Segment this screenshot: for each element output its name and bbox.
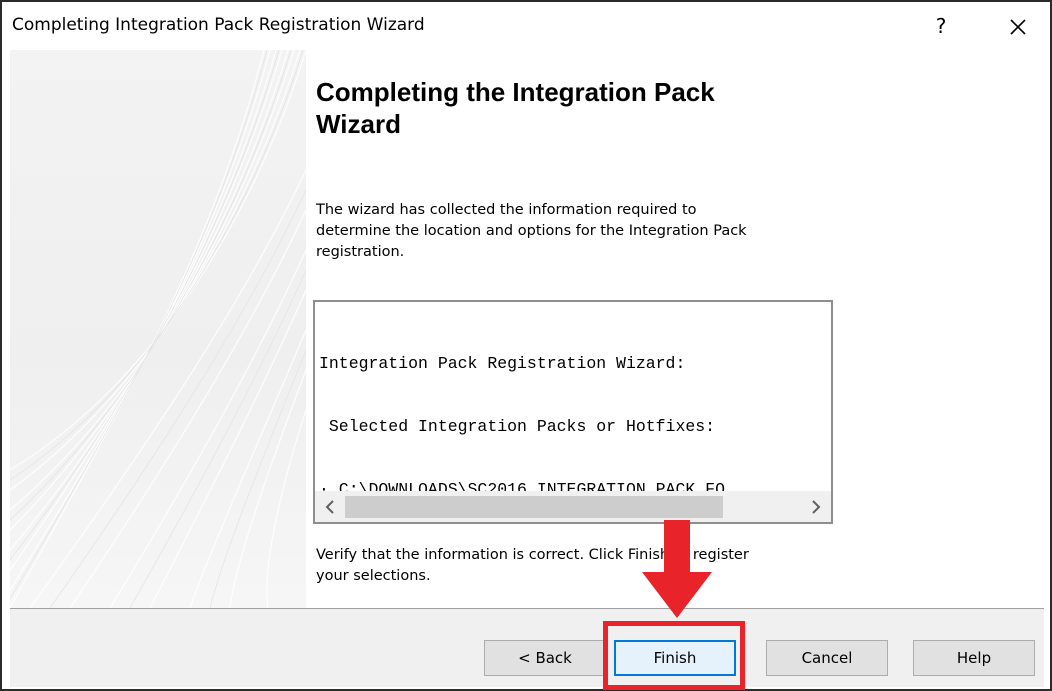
summary-textbox[interactable]: Integration Pack Registration Wizard: Se… [313,300,833,524]
verify-instructions: Verify that the information is correct. … [316,545,836,587]
summary-line: · C:\DOWNLOADS\SC2016_INTEGRATION_PACK_F… [319,480,725,491]
wizard-description: The wizard has collected the information… [316,200,836,263]
page-title: Completing the Integration Pack Wizard [316,76,786,140]
button-bar: < Back Finish Cancel Help [10,608,1044,687]
finish-highlight-box [603,621,745,690]
page-title-line-1: Completing the Integration Pack [316,77,715,107]
summary-text: Integration Pack Registration Wizard: Se… [319,311,831,491]
help-question-button[interactable]: ? [926,11,956,41]
scroll-right-icon[interactable] [801,492,831,522]
description-line-2: determine the location and options for t… [316,223,747,239]
cancel-button[interactable]: Cancel [766,640,888,676]
wizard-window: Completing Integration Pack Registration… [0,0,1052,691]
page-title-line-2: Wizard [316,109,401,139]
title-bar: Completing Integration Pack Registration… [2,2,1050,50]
help-button[interactable]: Help [913,640,1035,676]
summary-line: Selected Integration Packs or Hotfixes: [319,417,716,436]
verify-line-1: Verify that the information is correct. … [316,547,749,563]
summary-line: Integration Pack Registration Wizard: [319,354,686,373]
description-line-1: The wizard has collected the information… [316,202,697,218]
scrollbar-thumb[interactable] [345,496,723,518]
wizard-watermark-graphic [10,50,306,608]
verify-line-2: your selections. [316,568,431,584]
scroll-left-icon[interactable] [315,492,345,522]
horizontal-scrollbar[interactable] [315,491,831,522]
close-icon[interactable] [1002,11,1034,43]
down-arrow-icon [642,520,712,618]
window-title: Completing Integration Pack Registration… [12,15,425,35]
back-button[interactable]: < Back [484,640,606,676]
description-line-3: registration. [316,244,405,260]
